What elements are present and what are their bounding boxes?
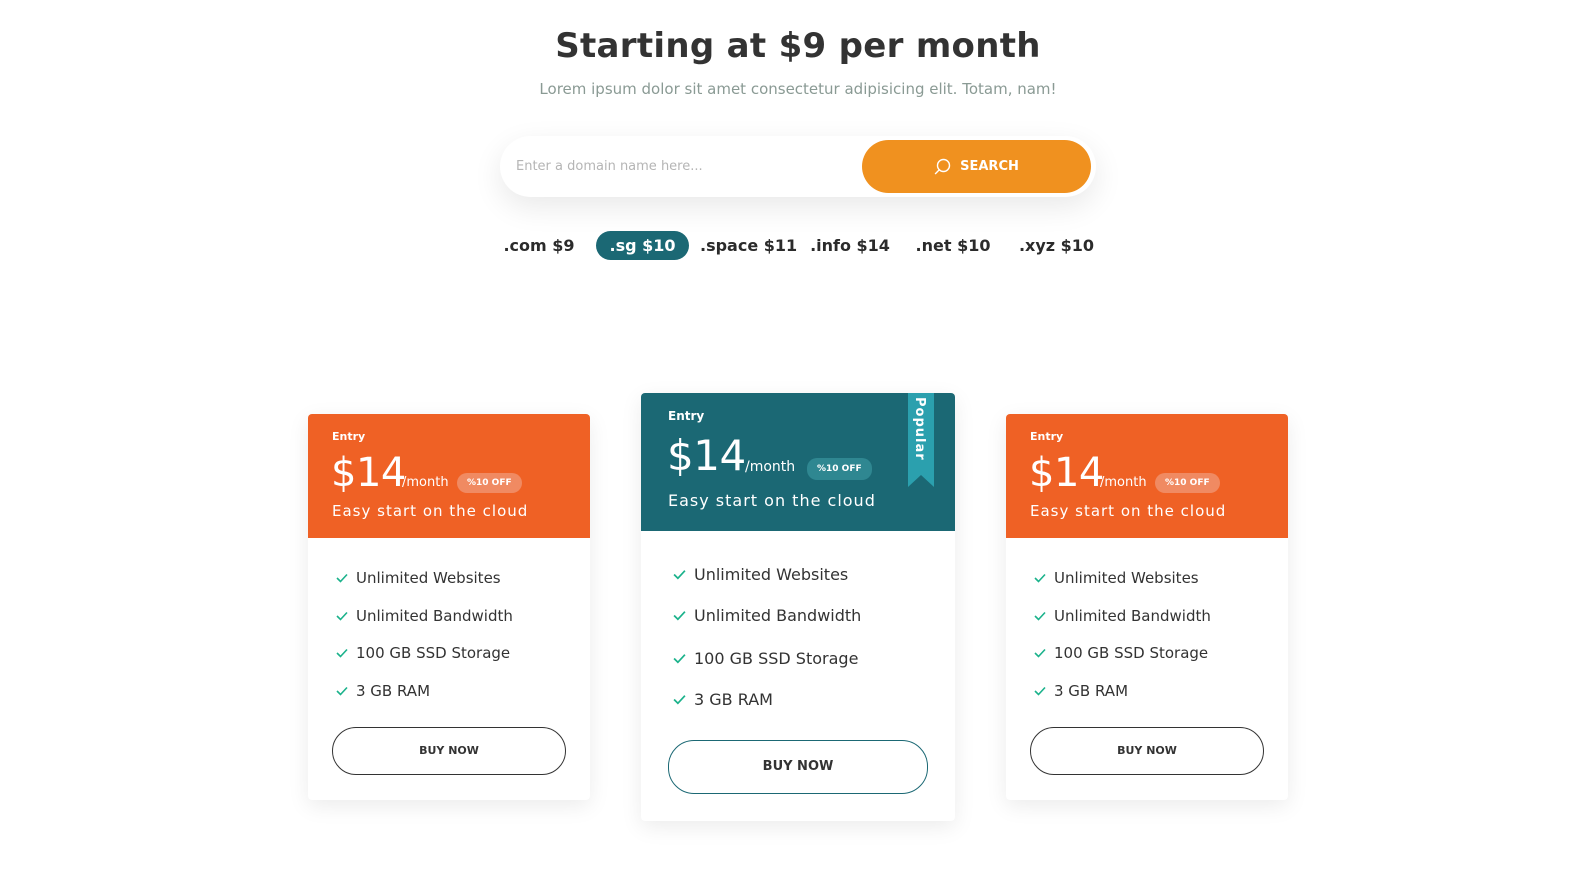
- feature-item: Unlimited Bandwidth: [1034, 607, 1211, 625]
- search-icon: [934, 158, 951, 175]
- plan-tagline: Easy start on the cloud: [1030, 502, 1227, 520]
- feature-label: Unlimited Bandwidth: [1054, 607, 1211, 625]
- check-icon: [673, 610, 686, 621]
- plan-tagline: Easy start on the cloud: [332, 502, 529, 520]
- search-button-label: SEARCH: [960, 159, 1019, 174]
- domain-search-input[interactable]: [516, 150, 846, 182]
- check-icon: [673, 569, 686, 580]
- tld-xyz[interactable]: .xyz $10: [1018, 231, 1095, 260]
- discount-badge: %10 OFF: [1155, 473, 1220, 493]
- page-title: Starting at $9 per month: [555, 26, 1041, 66]
- tld-net[interactable]: .net $10: [915, 231, 991, 260]
- tld-sg[interactable]: .sg $10: [596, 231, 689, 260]
- feature-item: Unlimited Websites: [1034, 569, 1199, 587]
- buy-now-button[interactable]: BUY NOW: [668, 740, 928, 794]
- plan-price: $14: [1029, 450, 1104, 496]
- plan-name: Entry: [668, 409, 705, 423]
- feature-item: 3 GB RAM: [336, 682, 430, 700]
- feature-label: 100 GB SSD Storage: [1054, 644, 1209, 662]
- feature-item: Unlimited Bandwidth: [673, 606, 861, 625]
- feature-label: 3 GB RAM: [1054, 682, 1129, 700]
- tld-info[interactable]: .info $14: [810, 231, 890, 260]
- discount-badge: %10 OFF: [457, 473, 522, 493]
- card-header: Entry $14 /month %10 OFF Easy start on t…: [641, 393, 955, 531]
- pricing-card: Entry $14 /month %10 OFF Easy start on t…: [308, 414, 590, 800]
- check-icon: [673, 653, 686, 664]
- plan-price: $14: [331, 450, 406, 496]
- check-icon: [336, 573, 348, 583]
- plan-price: $14: [667, 431, 746, 480]
- discount-badge: %10 OFF: [807, 458, 872, 480]
- tld-com[interactable]: .com $9: [500, 231, 578, 260]
- feature-label: 3 GB RAM: [356, 682, 431, 700]
- feature-item: 100 GB SSD Storage: [673, 649, 858, 668]
- plan-period: /month: [1100, 475, 1147, 490]
- feature-item: 100 GB SSD Storage: [1034, 644, 1208, 662]
- feature-label: 100 GB SSD Storage: [694, 649, 859, 668]
- plan-period: /month: [745, 459, 796, 475]
- plan-name: Entry: [332, 430, 366, 443]
- feature-label: Unlimited Websites: [694, 565, 849, 584]
- tld-space[interactable]: .space $11: [700, 231, 797, 260]
- plan-name: Entry: [1030, 430, 1064, 443]
- domain-search-bar: SEARCH: [500, 136, 1096, 197]
- feature-item: Unlimited Websites: [336, 569, 501, 587]
- pricing-card: Entry $14 /month %10 OFF Easy start on t…: [1006, 414, 1288, 800]
- feature-item: 3 GB RAM: [673, 690, 773, 709]
- feature-item: Unlimited Websites: [673, 565, 848, 584]
- buy-now-button[interactable]: BUY NOW: [332, 727, 566, 775]
- plan-period: /month: [402, 475, 449, 490]
- popular-ribbon: Popular: [908, 393, 934, 487]
- feature-item: 3 GB RAM: [1034, 682, 1128, 700]
- feature-label: 100 GB SSD Storage: [356, 644, 511, 662]
- feature-item: Unlimited Bandwidth: [336, 607, 513, 625]
- check-icon: [1034, 686, 1046, 696]
- feature-label: Unlimited Bandwidth: [694, 606, 862, 625]
- page-subtitle: Lorem ipsum dolor sit amet consectetur a…: [539, 80, 1057, 98]
- card-header: Entry $14 /month %10 OFF Easy start on t…: [1006, 414, 1288, 538]
- check-icon: [1034, 573, 1046, 583]
- feature-item: 100 GB SSD Storage: [336, 644, 510, 662]
- pricing-card-featured: Entry $14 /month %10 OFF Easy start on t…: [641, 393, 955, 821]
- feature-label: Unlimited Websites: [356, 569, 501, 587]
- check-icon: [336, 648, 348, 658]
- ribbon-label: Popular: [912, 397, 927, 461]
- feature-label: 3 GB RAM: [694, 690, 773, 709]
- feature-label: Unlimited Bandwidth: [356, 607, 513, 625]
- feature-label: Unlimited Websites: [1054, 569, 1199, 587]
- search-button[interactable]: SEARCH: [862, 140, 1091, 193]
- check-icon: [1034, 648, 1046, 658]
- check-icon: [336, 611, 348, 621]
- check-icon: [336, 686, 348, 696]
- card-header: Entry $14 /month %10 OFF Easy start on t…: [308, 414, 590, 538]
- plan-tagline: Easy start on the cloud: [668, 491, 876, 510]
- check-icon: [673, 694, 686, 705]
- buy-now-button[interactable]: BUY NOW: [1030, 727, 1264, 775]
- check-icon: [1034, 611, 1046, 621]
